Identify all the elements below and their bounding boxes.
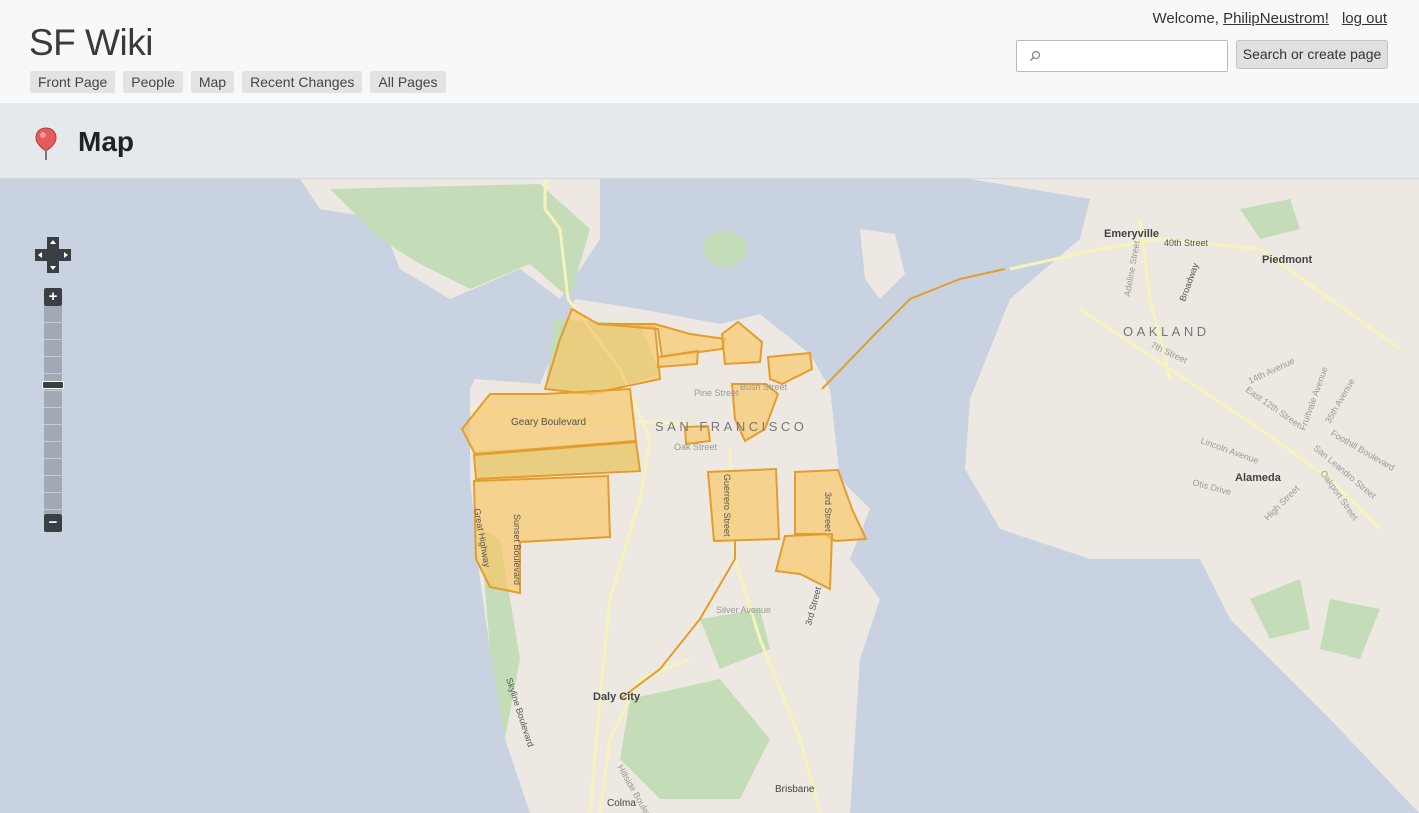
nav-map[interactable]: Map [190, 71, 235, 93]
main-nav: Front Page People Map Recent Changes All… [30, 71, 446, 93]
label-alameda: Alameda [1235, 472, 1282, 484]
label-40th: 40th Street [1164, 238, 1209, 248]
nav-people[interactable]: People [123, 71, 183, 93]
label-piedmont: Piedmont [1262, 254, 1312, 266]
page-title-bar: Map [0, 103, 1419, 179]
map-pin-icon [35, 127, 57, 160]
search-input[interactable] [1016, 40, 1228, 72]
nav-front-page[interactable]: Front Page [30, 71, 116, 93]
search-or-create-button[interactable]: Search or create page [1236, 40, 1388, 69]
label-daly-city: Daly City [593, 691, 641, 703]
welcome-text: Welcome, [1152, 10, 1224, 27]
label-emeryville: Emeryville [1104, 228, 1159, 240]
label-guerrero: Guerrero Street [722, 474, 732, 537]
page-title: Map [78, 126, 134, 157]
search-icon [1029, 50, 1041, 62]
label-colma: Colma [607, 798, 636, 809]
label-oak: Oak Street [674, 442, 718, 452]
label-bush: Bush Street [740, 382, 788, 392]
basemap[interactable]: SAN FRANCISCO OAKLAND Emeryville Piedmon… [0, 179, 1419, 813]
site-title[interactable]: SF Wiki [29, 22, 153, 64]
zoom-in-button[interactable]: + [44, 288, 62, 306]
angel-island [703, 231, 747, 267]
marin-park [330, 184, 590, 299]
bay-bridge [821, 268, 1006, 390]
logout-link[interactable]: log out [1342, 10, 1387, 27]
zoom-bar[interactable] [44, 306, 62, 514]
label-oakland: OAKLAND [1123, 324, 1210, 339]
pan-control[interactable] [35, 237, 71, 273]
label-3rd: 3rd Street [823, 492, 833, 532]
site-header: SF Wiki Front Page People Map Recent Cha… [0, 0, 1419, 103]
nav-recent-changes[interactable]: Recent Changes [242, 71, 363, 93]
label-brisbane: Brisbane [775, 784, 815, 795]
label-sunset: Sunset Boulevard [512, 514, 522, 585]
label-silver: Silver Avenue [716, 605, 771, 615]
nav-all-pages[interactable]: All Pages [370, 71, 446, 93]
map-view[interactable]: SAN FRANCISCO OAKLAND Emeryville Piedmon… [0, 179, 1419, 813]
label-pine: Pine Street [694, 388, 739, 398]
zoom-slider-handle[interactable] [42, 381, 64, 389]
treasure-island [860, 229, 905, 299]
username-link[interactable]: PhilipNeustrom! [1223, 10, 1329, 27]
polygon-mission [706, 467, 781, 543]
user-welcome: Welcome, PhilipNeustrom! log out [1153, 10, 1388, 27]
label-city: SAN FRANCISCO [655, 419, 807, 434]
zoom-out-button[interactable]: − [44, 514, 62, 532]
label-geary: Geary Boulevard [511, 417, 586, 428]
